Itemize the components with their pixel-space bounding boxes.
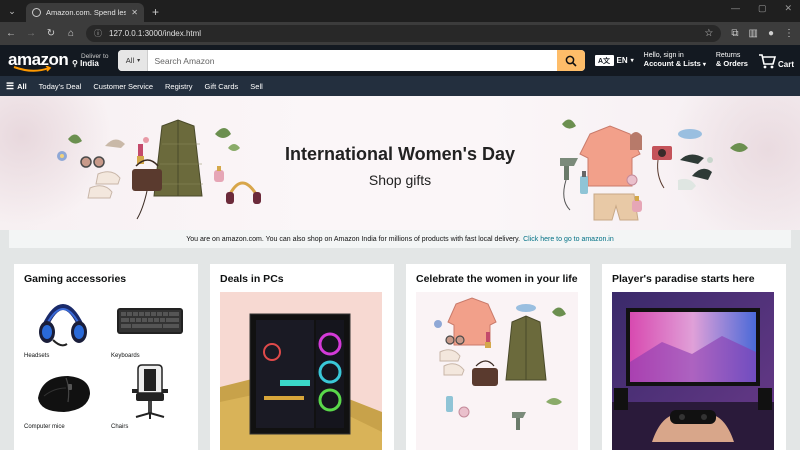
grid-item-computer-mice[interactable]: Computer mice [24,363,101,430]
extensions-icon[interactable]: ⧉ [731,28,738,39]
chevron-down-icon: ▾ [702,62,706,69]
hero-banner[interactable]: International Women's Day Shop gifts [0,96,800,230]
search-input[interactable] [148,50,557,71]
subnav-sell[interactable]: Sell [250,82,263,91]
language-code: EN [616,56,628,65]
address-bar[interactable]: ⓘ 127.0.0.1:3000/index.html ☆ [86,25,722,42]
product-grid: Headsets Keyboards Computer mice Chairs [24,292,188,430]
card-gaming-accessories: Gaming accessories Headsets Keyboards Co… [14,264,198,450]
orders-label: & Orders [715,59,748,69]
cart-icon [758,53,776,68]
browser-tab[interactable]: Amazon.com. Spend less. Smile more. ✕ [26,3,144,22]
card-players-paradise[interactable]: Player's paradise starts here [602,264,786,450]
maximize-icon[interactable]: ▢ [758,3,767,14]
deliver-location: India [80,58,99,68]
grid-item-label: Computer mice [24,424,65,430]
search-bar: All ▾ [118,50,585,71]
home-icon[interactable]: ⌂ [66,28,76,39]
address-toolbar: ← → ↻ ⌂ ⓘ 127.0.0.1:3000/index.html ☆ ⧉ … [0,22,800,45]
sidepanel-icon[interactable]: ▥ [749,28,758,39]
card-celebrate-women[interactable]: Celebrate the women in your life [406,264,590,450]
chevron-down-icon: ▾ [137,58,141,64]
reload-icon[interactable]: ↻ [46,28,56,39]
close-tab-icon[interactable]: ✕ [131,8,138,17]
subnav-registry[interactable]: Registry [165,82,193,91]
language-icon: A文 [594,55,614,66]
all-menu-label: All [17,81,27,91]
language-selector[interactable]: A文 EN ▾ [594,55,634,66]
card-deals-in-pcs[interactable]: Deals in PCs [210,264,394,450]
globe-icon [32,8,41,17]
cart-label: Cart [777,59,794,69]
grid-item-label: Chairs [111,424,129,430]
grid-item-chairs[interactable]: Chairs [111,363,188,430]
card-title: Deals in PCs [220,273,284,285]
close-window-icon[interactable]: ✕ [784,3,792,14]
locale-notice: You are on amazon.com. You can also shop… [9,230,791,248]
card-title: Player's paradise starts here [612,273,755,285]
amazon-india-link[interactable]: Click here to go to amazon.in [523,236,614,243]
url-text: 127.0.0.1:3000/index.html [109,29,202,38]
site-info-icon[interactable]: ⓘ [94,28,102,39]
subnav-todays-deal[interactable]: Today's Deal [39,82,82,91]
grid-item-label: Keyboards [111,353,140,359]
card-title: Celebrate the women in your life [416,273,578,285]
pc-case-image [220,292,382,450]
amazon-logo[interactable]: amazon [6,48,69,74]
profile-icon[interactable]: ● [768,28,774,39]
returns-orders[interactable]: Returns & Orders [716,52,748,69]
back-icon[interactable]: ← [6,28,16,39]
search-category-select[interactable]: All ▾ [118,50,149,71]
grid-item-headsets[interactable]: Headsets [24,292,101,359]
all-menu-button[interactable]: ☰ All [6,81,27,92]
mouse-image [37,376,90,412]
search-category-label: All [125,56,135,65]
smile-icon [13,65,52,72]
cart-button[interactable]: Cart [758,53,794,69]
tab-title: Amazon.com. Spend less. Smile more. [46,8,127,17]
grid-item-keyboards[interactable]: Keyboards [111,292,188,359]
search-icon [565,55,577,67]
hamburger-icon: ☰ [6,80,15,91]
card-title: Gaming accessories [24,273,127,285]
notice-text: You are on amazon.com. You can also shop… [186,235,521,243]
gaming-setup-image [612,292,774,450]
account-lists[interactable]: Hello, sign in Account & Lists ▾ [644,52,706,69]
location-pin-icon: ⚲ [72,58,78,68]
tab-search-icon[interactable]: ⌄ [4,3,20,19]
browser-tabbar: ⌄ Amazon.com. Spend less. Smile more. ✕ … [0,0,800,22]
sub-navigation: ☰ All Today's Deal Customer Service Regi… [0,76,800,96]
window-controls: — ▢ ✕ [731,3,792,14]
headset-image [38,304,87,347]
amazon-header: amazon Deliver to ⚲ India All ▾ A文 EN ▾ … [0,45,800,76]
gifts-collage-image [416,292,578,450]
chevron-down-icon: ▾ [630,58,634,64]
deliver-to[interactable]: Deliver to ⚲ India [72,53,108,69]
account-lists-label: Account & Lists [643,59,701,69]
subnav-gift-cards[interactable]: Gift Cards [205,82,239,91]
grid-item-label: Headsets [24,353,50,359]
hero-gift-illustration-right [560,119,748,221]
forward-icon[interactable]: → [26,28,36,39]
menu-icon[interactable]: ⋮ [784,28,794,39]
bookmark-star-icon[interactable]: ☆ [704,28,713,39]
new-tab-icon[interactable]: + [152,5,159,19]
minimize-icon[interactable]: — [731,3,740,14]
keyboard-image [116,308,183,334]
gaming-chair-image [131,364,168,419]
search-button[interactable] [556,50,585,71]
card-row: Gaming accessories Headsets Keyboards Co… [14,264,786,450]
hero-gift-illustration-left [57,119,261,220]
subnav-customer-service[interactable]: Customer Service [93,82,153,91]
